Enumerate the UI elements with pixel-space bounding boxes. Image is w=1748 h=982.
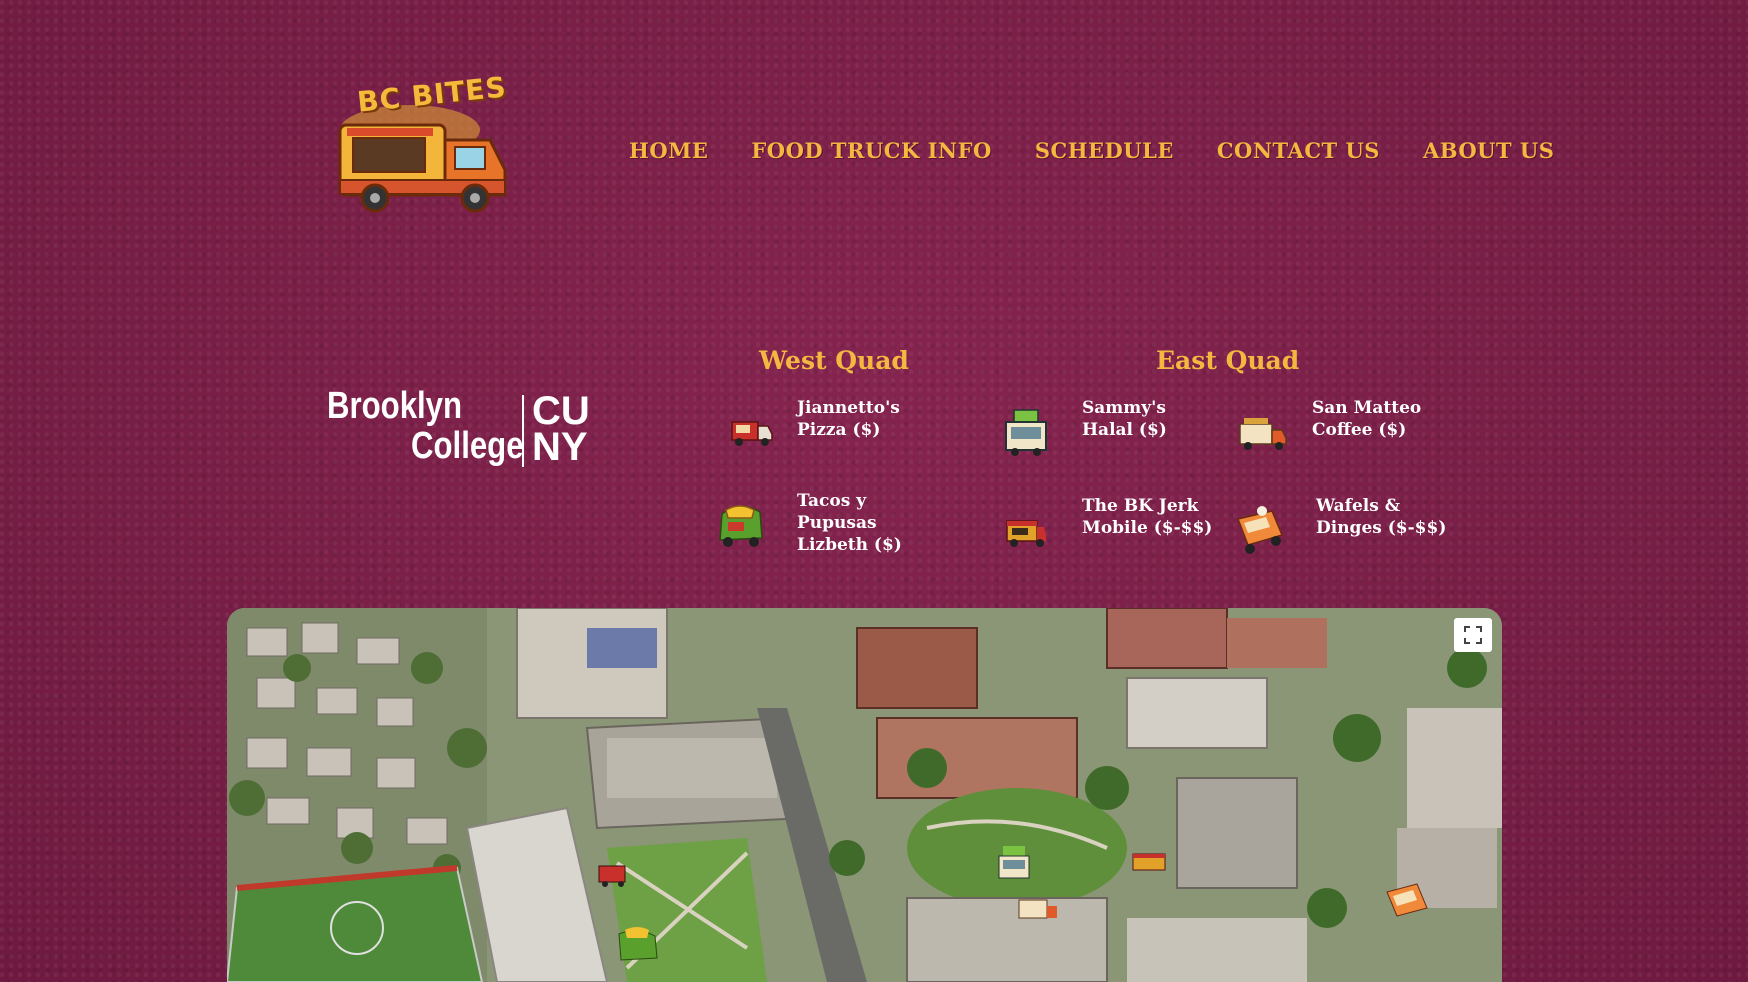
truck-san-matteo-coffee: San Matteo Coffee ($) (1312, 398, 1422, 440)
nav-schedule[interactable]: SCHEDULE (1035, 138, 1174, 163)
truck-sammys-halal: Sammy's Halal ($) (1082, 398, 1167, 440)
truck-tacos-y-pupusas: Tacos y Pupusas Lizbeth ($) (797, 491, 902, 555)
logo-brooklyn: Brooklyn (327, 385, 463, 427)
aerial-map-image (227, 608, 1502, 982)
map-marker-halal (998, 846, 1030, 879)
coffee-truck-icon (1239, 418, 1287, 450)
main-nav: HOME FOOD TRUCK INFO SCHEDULE CONTACT US… (629, 138, 1554, 163)
logo-college: College (411, 425, 524, 467)
bc-bites-logo[interactable]: BC BITES (305, 70, 515, 220)
nav-food-truck-info[interactable]: FOOD TRUCK INFO (751, 138, 991, 163)
pizza-truck-icon (731, 421, 773, 446)
wafel-truck-icon (1236, 506, 1284, 554)
halal-truck-icon (1005, 409, 1047, 456)
logo-cuny-bottom: NY (532, 425, 588, 469)
jerk-truck-icon (1006, 520, 1046, 547)
east-quad-title: East Quad (1156, 346, 1300, 375)
logo-divider (522, 395, 524, 467)
taco-truck-icon (719, 505, 763, 547)
truck-bk-jerk-mobile: The BK Jerk Mobile ($-$$) (1082, 496, 1213, 538)
map-marker-jerk (1132, 853, 1166, 871)
truck-jiannettos-pizza: Jiannetto's Pizza ($) (797, 398, 900, 440)
campus-aerial-map[interactable] (227, 608, 1502, 982)
fullscreen-button[interactable] (1454, 618, 1492, 652)
nav-home[interactable]: HOME (629, 138, 708, 163)
fullscreen-icon (1464, 626, 1482, 644)
nav-contact-us[interactable]: CONTACT US (1217, 138, 1380, 163)
brooklyn-college-cuny-logo: Brooklyn College CU NY (327, 385, 597, 475)
west-quad-title: West Quad (759, 346, 909, 375)
nav-about-us[interactable]: ABOUT US (1423, 138, 1554, 163)
truck-wafels-dinges: Wafels & Dinges ($-$$) (1316, 496, 1447, 538)
